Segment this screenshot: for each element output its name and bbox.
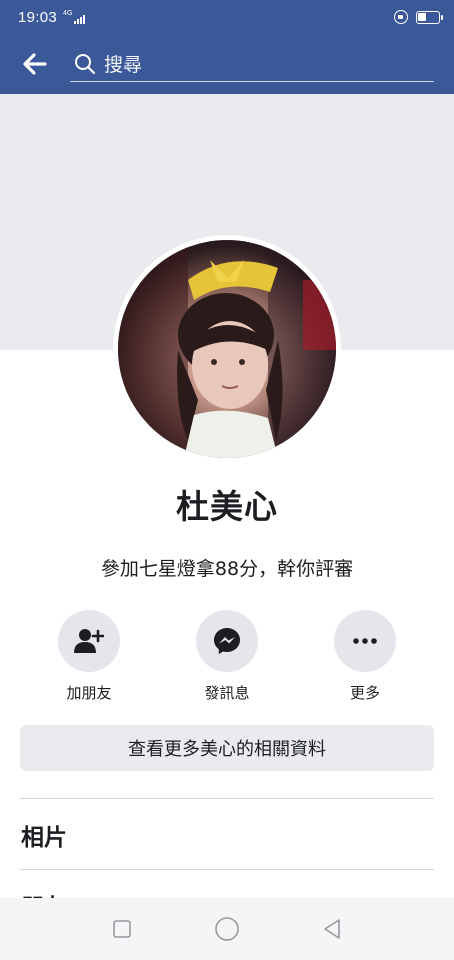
search-input[interactable]: 搜尋	[70, 46, 434, 82]
search-placeholder: 搜尋	[104, 54, 143, 76]
search-icon	[74, 53, 96, 75]
more-dots-icon	[353, 638, 377, 644]
home-icon	[215, 917, 239, 941]
system-nav-bar	[0, 898, 454, 960]
status-time: 19:03	[18, 8, 58, 26]
profile-name: 杜美心	[176, 487, 278, 526]
add-friend-circle	[58, 610, 120, 672]
back-triangle-icon	[323, 919, 340, 939]
profile-photo-image	[118, 240, 336, 458]
divider	[20, 798, 434, 799]
home-button[interactable]	[207, 909, 247, 949]
add-friend-icon	[74, 629, 104, 653]
add-friend-label: 加朋友	[66, 684, 112, 702]
profile-actions: 加朋友 發訊息 更多	[0, 610, 454, 705]
more-label: 更多	[349, 684, 380, 702]
send-message-label: 發訊息	[204, 684, 250, 702]
status-bar: 19:03 4G	[0, 0, 454, 34]
top-nav-bar: 搜尋	[0, 34, 454, 94]
photos-section-title[interactable]: 相片	[21, 818, 67, 852]
system-back-button[interactable]	[312, 909, 352, 949]
signal-bars-icon: 4G	[63, 10, 86, 24]
profile-bio: 參加七星燈拿88分，幹你評審	[100, 558, 354, 580]
battery-icon	[416, 10, 443, 24]
recent-apps-button[interactable]	[102, 909, 142, 949]
recent-apps-icon	[113, 920, 132, 938]
arrow-left-icon	[23, 53, 47, 75]
messenger-icon	[214, 628, 240, 654]
send-message-button[interactable]: 發訊息	[172, 610, 282, 703]
send-message-circle	[196, 610, 258, 672]
lock-rotation-icon	[394, 10, 408, 24]
divider	[20, 869, 434, 870]
add-friend-button[interactable]: 加朋友	[34, 610, 144, 703]
network-type: 4G	[63, 10, 73, 17]
more-circle	[334, 610, 396, 672]
more-info-button[interactable]: 查看更多美心的相關資料	[20, 725, 434, 771]
back-button[interactable]	[0, 34, 70, 94]
profile-photo[interactable]	[113, 235, 341, 463]
more-button[interactable]: 更多	[310, 610, 420, 703]
